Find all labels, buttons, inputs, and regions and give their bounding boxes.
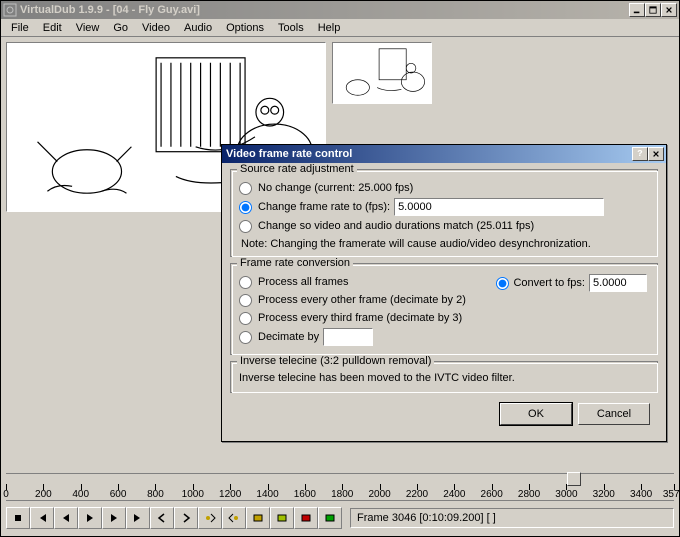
ruler-label: 2400 xyxy=(443,489,465,500)
mark-in-button[interactable] xyxy=(294,507,318,529)
ruler-label: 1600 xyxy=(294,489,316,500)
label-every-third: Process every third frame (decimate by 3… xyxy=(258,312,462,324)
input-convert-to-fps[interactable] xyxy=(589,274,647,292)
ruler-label: 1000 xyxy=(182,489,204,500)
maximize-button[interactable] xyxy=(645,3,661,17)
goto-end-button[interactable] xyxy=(126,507,150,529)
dialog-close-button[interactable] xyxy=(648,147,664,161)
ruler-label: 800 xyxy=(147,489,164,500)
app-icon xyxy=(3,3,17,17)
ruler-label: 3400 xyxy=(630,489,652,500)
dialog-help-button[interactable]: ? xyxy=(632,147,648,161)
timeline-ruler[interactable]: 0 200 400 600 800 1000 1200 1400 1600 1800 2000 220… xyxy=(6,473,674,501)
ruler-label: 200 xyxy=(35,489,52,500)
ruler-label: 2800 xyxy=(518,489,540,500)
radio-decimate-by[interactable] xyxy=(239,331,252,344)
ruler-label: 600 xyxy=(110,489,127,500)
ruler-label: 1200 xyxy=(219,489,241,500)
dialog-titlebar: Video frame rate control ? xyxy=(222,145,666,163)
transport-toolbar: Frame 3046 [0:10:09.200] [ ] xyxy=(6,505,674,531)
label-change-to: Change frame rate to (fps): xyxy=(258,201,390,213)
menu-options[interactable]: Options xyxy=(220,21,270,35)
ok-button[interactable]: OK xyxy=(500,403,572,425)
step-forward-button[interactable] xyxy=(102,507,126,529)
radio-every-third[interactable] xyxy=(239,312,252,325)
ruler-label: 2600 xyxy=(481,489,503,500)
ruler-label: 2200 xyxy=(406,489,428,500)
ruler-label: 0 xyxy=(3,489,9,500)
conversion-legend: Frame rate conversion xyxy=(237,257,353,269)
label-decimate-by: Decimate by xyxy=(258,331,319,343)
telecine-group: Inverse telecine (3:2 pulldown removal) … xyxy=(230,361,658,393)
ruler-label: 1800 xyxy=(331,489,353,500)
main-window: VirtualDub 1.9.9 - [04 - Fly Guy.avi] Fi… xyxy=(0,0,680,537)
menu-audio[interactable]: Audio xyxy=(178,21,218,35)
ruler-label: 3576 xyxy=(663,489,680,500)
key-next-button[interactable] xyxy=(222,507,246,529)
content-area: Video frame rate control ? Source rate a… xyxy=(2,38,678,535)
ruler-label: 400 xyxy=(72,489,89,500)
output-video-panel xyxy=(332,42,432,104)
stop-button[interactable] xyxy=(6,507,30,529)
menu-go[interactable]: Go xyxy=(107,21,134,35)
ruler-label: 3200 xyxy=(593,489,615,500)
radio-process-all[interactable] xyxy=(239,276,252,289)
cancel-button[interactable]: Cancel xyxy=(578,403,650,425)
goto-start-button[interactable] xyxy=(30,507,54,529)
menubar: File Edit View Go Video Audio Options To… xyxy=(1,19,679,37)
radio-change-to[interactable] xyxy=(239,201,252,214)
ruler-label: 2000 xyxy=(368,489,390,500)
minimize-button[interactable] xyxy=(629,3,645,17)
mark-out-button[interactable] xyxy=(318,507,342,529)
label-every-other: Process every other frame (decimate by 2… xyxy=(258,294,466,306)
timeline[interactable]: 0 200 400 600 800 1000 1200 1400 1600 1800 2000 220… xyxy=(6,473,674,501)
menu-edit[interactable]: Edit xyxy=(37,21,68,35)
source-rate-legend: Source rate adjustment xyxy=(237,163,357,175)
source-note: Note: Changing the framerate will cause … xyxy=(239,238,649,250)
radio-every-other[interactable] xyxy=(239,294,252,307)
menu-tools[interactable]: Tools xyxy=(272,21,310,35)
timeline-position-marker[interactable] xyxy=(567,472,581,486)
main-titlebar: VirtualDub 1.9.9 - [04 - Fly Guy.avi] xyxy=(1,1,679,19)
label-convert-to-fps: Convert to fps: xyxy=(513,277,585,289)
menu-help[interactable]: Help xyxy=(312,21,347,35)
scene-prev-button[interactable] xyxy=(246,507,270,529)
prev-range-button[interactable] xyxy=(150,507,174,529)
menu-video[interactable]: Video xyxy=(136,21,176,35)
next-range-button[interactable] xyxy=(174,507,198,529)
ruler-label: 3000 xyxy=(555,489,577,500)
key-prev-button[interactable] xyxy=(198,507,222,529)
radio-no-change[interactable] xyxy=(239,182,252,195)
video-frame-preview-small xyxy=(333,43,431,103)
source-rate-group: Source rate adjustment No change (curren… xyxy=(230,169,658,257)
label-change-match: Change so video and audio durations matc… xyxy=(258,220,534,232)
ruler-label: 1400 xyxy=(256,489,278,500)
menu-view[interactable]: View xyxy=(70,21,106,35)
radio-convert-to-fps[interactable] xyxy=(496,277,509,290)
framerate-dialog: Video frame rate control ? Source rate a… xyxy=(221,144,667,442)
radio-change-match[interactable] xyxy=(239,220,252,233)
label-no-change: No change (current: 25.000 fps) xyxy=(258,182,413,194)
conversion-group: Frame rate conversion Process all frames… xyxy=(230,263,658,355)
label-process-all: Process all frames xyxy=(258,276,348,288)
frame-status: Frame 3046 [0:10:09.200] [ ] xyxy=(350,508,674,528)
main-title: VirtualDub 1.9.9 - [04 - Fly Guy.avi] xyxy=(20,4,629,16)
play-button[interactable] xyxy=(78,507,102,529)
close-button[interactable] xyxy=(661,3,677,17)
telecine-text: Inverse telecine has been moved to the I… xyxy=(239,370,649,386)
scene-next-button[interactable] xyxy=(270,507,294,529)
input-decimate-by[interactable] xyxy=(323,328,373,346)
dialog-title: Video frame rate control xyxy=(224,148,632,160)
input-change-to-fps[interactable] xyxy=(394,198,604,216)
step-back-button[interactable] xyxy=(54,507,78,529)
menu-file[interactable]: File xyxy=(5,21,35,35)
telecine-legend: Inverse telecine (3:2 pulldown removal) xyxy=(237,355,434,367)
